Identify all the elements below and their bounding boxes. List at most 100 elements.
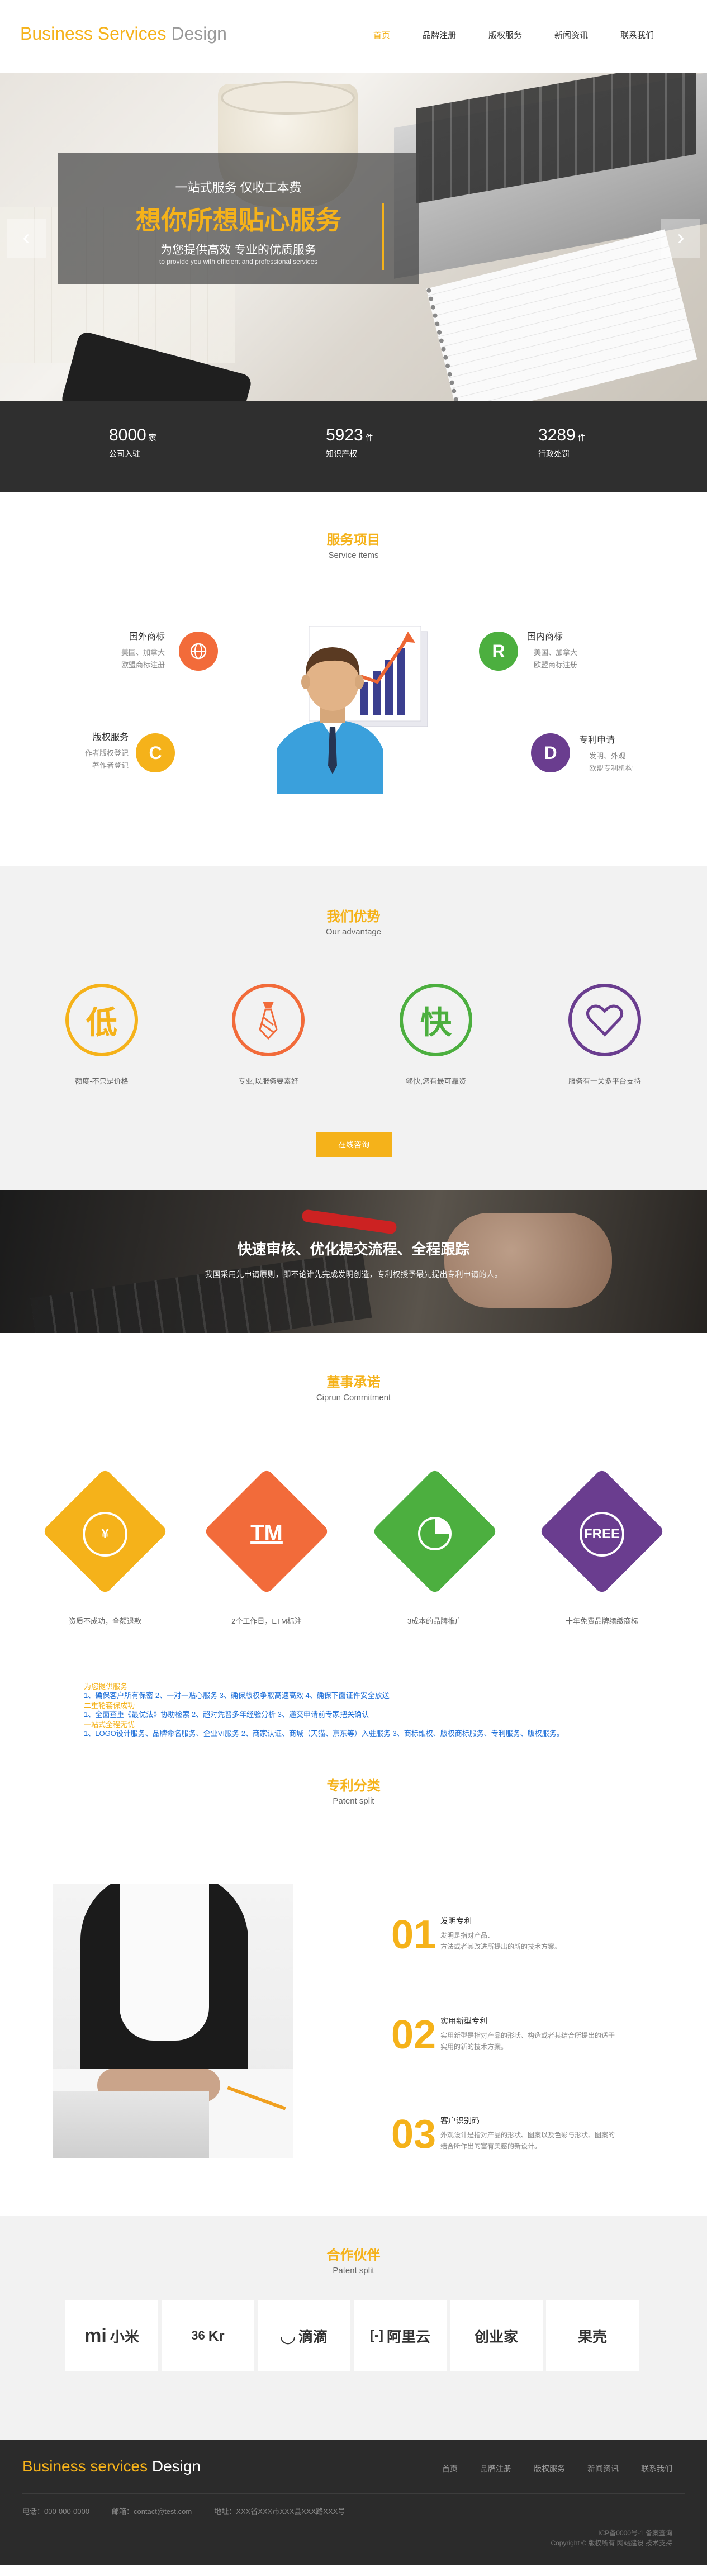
patent-section: 专利分类 Patent split 01 发明专利 发明是指对产品、 方法或者其改… — [0, 1758, 707, 2216]
globe-icon — [179, 632, 218, 671]
note-heading: 二重轮套保成功 — [84, 1701, 135, 1710]
tie-icon — [232, 984, 305, 1056]
yen-icon: ¥ — [41, 1512, 169, 1557]
stat-unit: 家 — [148, 433, 156, 442]
footer-nav-contact[interactable]: 联系我们 — [641, 2463, 672, 2474]
service-title: 版权服务 — [92, 733, 129, 742]
advantage-fast: 快 够快,您有最可靠资 — [380, 984, 492, 1086]
commitment-section: 董事承诺 Ciprun Commitment ¥ 资质不成功，全额退款 TM 2… — [0, 1333, 707, 1758]
patent-item-desc: 发明是指对产品、 方法或者其改进所提出的新的技术方案。 — [440, 1932, 562, 1951]
footer-nav-home[interactable]: 首页 — [442, 2463, 458, 2474]
partner-aliyun-logo[interactable]: [-] 阿里云 — [354, 2300, 447, 2371]
heart-icon — [568, 984, 641, 1056]
patent-item-desc: 实用新型是指对产品的形状、构造或者其结合所提出的适于 实用的新的技术方案。 — [440, 2032, 615, 2051]
photo-person-shirt — [120, 1884, 209, 2041]
footer-icp[interactable]: ICP备0000号-1 备案查询 — [551, 2528, 672, 2538]
footer-nav-copyright-service[interactable]: 版权服务 — [534, 2463, 565, 2474]
service-title: 国外商标 — [129, 632, 165, 642]
banner-bg-hand — [444, 1213, 612, 1308]
service-title: 国内商标 — [527, 632, 563, 642]
nav-copyright-service[interactable]: 版权服务 — [488, 29, 522, 41]
site-logo[interactable]: Business Services Design — [20, 23, 227, 44]
stat-value: 5923 — [326, 426, 363, 444]
service-desc: 发明、外观 欧盟专利机构 — [589, 752, 633, 772]
service-patent[interactable]: 专利申请 发明、外观 欧盟专利机构 — [579, 732, 657, 775]
online-consult-button[interactable]: 在线咨询 — [316, 1132, 392, 1157]
service-domestic-trademark[interactable]: 国内商标 美国、加拿大 欧盟商标注册 — [527, 629, 605, 671]
hero-bg-cup-rim — [221, 81, 355, 115]
banner-subtitle: 我国采用先申请原则，即不论谁先完成发明创造，专利权授予最先提出专利申请的人。 — [205, 1270, 502, 1279]
partner-mark: mi — [84, 2324, 107, 2346]
advantage-label: 专业,以服务要素好 — [238, 1077, 298, 1085]
commitment-label: 资质不成功，全额退款 — [68, 1617, 141, 1625]
patent-item-title: 实用新型专利 — [440, 2017, 487, 2025]
note-heading: 为您提供服务 — [84, 1682, 128, 1691]
footer-email[interactable]: 邮箱：contact@test.com — [112, 2506, 192, 2516]
footer-copyright: ICP备0000号-1 备案查询 Copyright © 版权所有 网站建设 技… — [551, 2528, 672, 2548]
section-title-en: Ciprun Commitment — [316, 1393, 391, 1402]
partner-didi-logo[interactable]: ◡ 滴滴 — [258, 2300, 350, 2371]
hero-tagline: 一站式服务 仅收工本费 — [175, 181, 302, 194]
footer-nav-news[interactable]: 新闻资讯 — [587, 2463, 619, 2474]
nav-home[interactable]: 首页 — [373, 29, 390, 41]
stat-penalties: 3289 件 行政处罚 — [538, 426, 586, 459]
advantage-support: 服务有一关多平台支持 — [549, 984, 661, 1086]
note-body: 1、LOGO设计服务、品牌命名服务、企业VI服务 2、商家认证、商城（天猫、京东… — [84, 1729, 564, 1738]
commitment-refund: ¥ 资质不成功，全额退款 — [41, 1467, 169, 1626]
advantage-label: 够快,您有最可靠资 — [406, 1077, 466, 1085]
footer-nav-brand-registration[interactable]: 品牌注册 — [480, 2463, 511, 2474]
section-title-cn: 董事承诺 — [326, 1375, 381, 1390]
section-title-en: Our advantage — [325, 927, 382, 937]
patent-item-title: 客户识别码 — [440, 2116, 480, 2125]
patent-number: 02 — [391, 2013, 436, 2057]
nav-brand-registration[interactable]: 品牌注册 — [423, 29, 456, 41]
patent-photo — [53, 1884, 293, 2158]
registered-r-icon: R — [479, 632, 518, 671]
partner-chuangyejia-logo[interactable]: 创业家 — [450, 2300, 543, 2371]
stat-label: 公司入驻 — [109, 449, 140, 458]
partner-name: 果壳 — [577, 2328, 607, 2345]
advantage-label: 额度-不只是价格 — [75, 1077, 129, 1085]
stat-ip: 5923 件 知识产权 — [326, 426, 373, 459]
businessman-chart-illustration — [277, 626, 428, 794]
advantage-professional: 专业,以服务要素好 — [212, 984, 324, 1086]
service-title: 专利申请 — [579, 736, 615, 745]
footer-phone: 电话：000-000-0000 — [22, 2507, 89, 2516]
logo-text-primary: Business Services — [20, 23, 167, 44]
nav-news[interactable]: 新闻资讯 — [554, 29, 588, 41]
advantage-title: 我们优势 Our advantage — [0, 866, 707, 937]
services-section: 服务项目 Service items 国外商标 美国、加拿大 欧盟商标注册 R 国… — [0, 492, 707, 866]
service-copyright[interactable]: 版权服务 作者版权登记 著作者登记 — [67, 729, 129, 772]
site-header: Business Services Design 首页 品牌注册 版权服务 新闻… — [0, 0, 707, 73]
service-foreign-trademark[interactable]: 国外商标 美国、加拿大 欧盟商标注册 — [109, 629, 165, 671]
banner-bg-pen — [301, 1209, 397, 1235]
copyright-c-icon: C — [136, 733, 175, 772]
nav-contact[interactable]: 联系我们 — [620, 29, 654, 41]
pie-chart-icon — [371, 1512, 499, 1558]
partner-guokr-logo[interactable]: 果壳 — [546, 2300, 639, 2371]
fast-icon: 快 — [400, 984, 472, 1056]
patent-title: 专利分类 Patent split — [0, 1758, 707, 1806]
hero-next-arrow-icon[interactable]: › — [661, 219, 700, 258]
banner-bg-keyboard — [30, 1251, 372, 1333]
section-title-cn: 专利分类 — [326, 1778, 381, 1794]
partner-36kr-logo[interactable]: 36 Kr — [162, 2300, 254, 2371]
partner-mark: ◡ — [280, 2325, 296, 2346]
service-desc: 美国、加拿大 欧盟商标注册 — [534, 648, 578, 669]
free-icon: FREE — [538, 1512, 666, 1557]
section-title-en: Patent split — [333, 2266, 374, 2275]
footer-nav: 首页 品牌注册 版权服务 新闻资讯 联系我们 — [420, 2463, 672, 2474]
hero-prev-arrow-icon[interactable]: ‹ — [7, 219, 46, 258]
low-price-icon: 低 — [65, 984, 138, 1056]
partner-xiaomi-logo[interactable]: mi 小米 — [65, 2300, 158, 2371]
logo-text-secondary: Design — [171, 23, 227, 44]
stat-label: 知识产权 — [326, 449, 357, 458]
partner-name: 阿里云 — [386, 2328, 430, 2345]
patent-item-desc: 外观设计是指对产品的形状、图案以及色彩与形状、图案的 结合所作出的富有美感的新设计… — [440, 2131, 615, 2150]
patent-text: 客户识别码 外观设计是指对产品的形状、图案以及色彩与形状、图案的 结合所作出的富有… — [440, 2115, 675, 2152]
hero-subheadline-en: to provide you with efficient and profes… — [159, 258, 318, 265]
patent-number: 03 — [391, 2112, 436, 2157]
footer-logo[interactable]: Business services Design — [22, 2458, 201, 2475]
footer-divider — [22, 2493, 685, 2494]
section-title-cn: 合作伙伴 — [326, 2248, 381, 2263]
